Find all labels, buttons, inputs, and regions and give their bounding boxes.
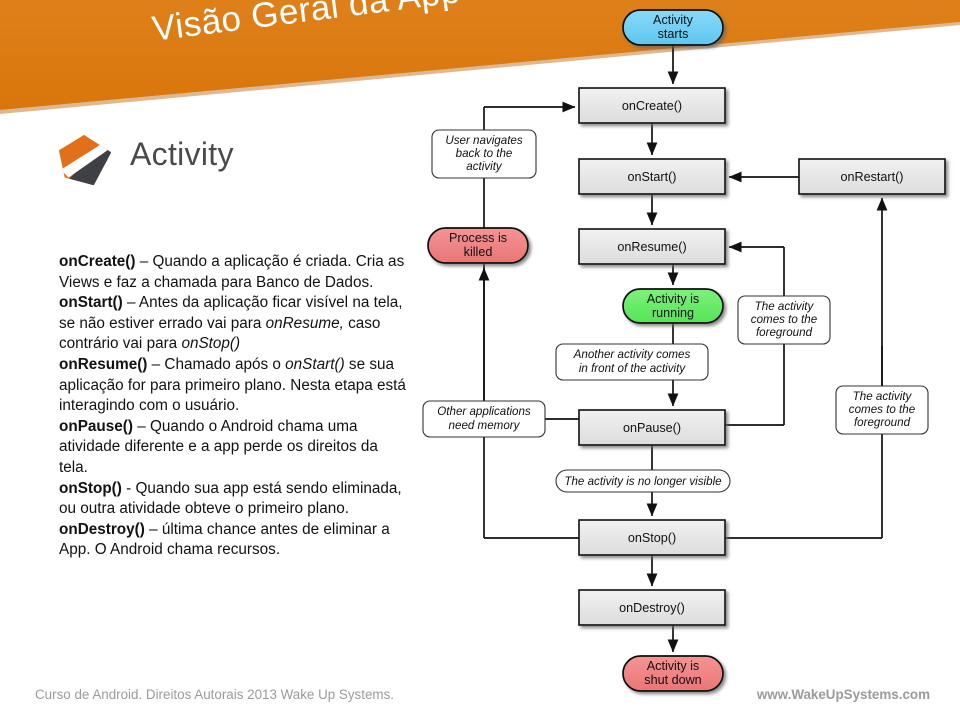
term-oncreate: onCreate() [59, 253, 136, 270]
node-activity-running-line2: running [652, 306, 694, 320]
callout-activity-foreground-bottom-line1: The activity [853, 390, 913, 403]
term-onstart: onStart() [59, 294, 123, 312]
node-onrestart-label: onRestart() [841, 170, 904, 184]
dash-3: – [132, 417, 150, 435]
em-onstart: onStart() [285, 355, 345, 373]
paragraph-onstart: onStart() – Antes da aplicação ficar vis… [59, 293, 411, 355]
dash-0: – [135, 253, 153, 270]
node-process-killed-line1: Process is [449, 231, 507, 245]
callout-activity-foreground-top-line3: foreground [756, 326, 813, 339]
slide-canvas: Visão Geral da App Activity onCreate() –… [0, 0, 960, 712]
callout-user-navigates-back-line2: back to the [456, 147, 513, 160]
paragraph-onresume: onResume() – Chamado após o onStart() se… [59, 355, 411, 417]
node-process-killed[interactable]: Process is killed [427, 227, 529, 264]
callout-another-activity-front-line1: Another activity comes [573, 348, 691, 361]
term-onpause: onPause() [59, 417, 133, 435]
paragraph-onpause: onPause() – Quando o Android chama uma a… [59, 417, 411, 479]
node-process-killed-line2: killed [464, 245, 493, 259]
term-onresume: onResume() [59, 355, 148, 373]
term-onstop: onStop() [59, 479, 122, 497]
wakeup-systems-logo-icon [58, 134, 112, 186]
callout-activity-foreground-bottom: The activity comes to the foreground [835, 385, 929, 435]
node-ondestroy[interactable]: onDestroy() [578, 589, 726, 626]
paragraph-oncreate: onCreate() – Quando a aplicação é criada… [59, 252, 411, 293]
callout-other-apps-need-memory-line2: need memory [449, 419, 521, 432]
node-activity-shutdown-line1: Activity is [647, 659, 699, 673]
node-oncreate[interactable]: onCreate() [578, 87, 726, 124]
node-activity-running-line1: Activity is [647, 292, 699, 306]
callout-another-activity-front: Another activity comes in front of the a… [555, 343, 709, 381]
callout-activity-foreground-top-line2: comes to the [751, 313, 818, 326]
node-onstart[interactable]: onStart() [578, 158, 726, 195]
callout-user-navigates-back: User navigates back to the activity [431, 129, 537, 179]
term-ondestroy: onDestroy() [59, 520, 145, 538]
dash-2: – [147, 355, 165, 373]
callout-user-navigates-back-line1: User navigates [445, 134, 523, 147]
callout-other-apps-need-memory-line1: Other applications [437, 405, 531, 418]
callout-activity-foreground-top: The activity comes to the foreground [737, 295, 831, 345]
node-activity-starts-line2: starts [658, 27, 689, 41]
node-activity-running[interactable]: Activity is running [622, 288, 724, 324]
callout-activity-foreground-bottom-line2: comes to the [849, 403, 916, 416]
text-onresume-a: Chamado após o [164, 355, 286, 373]
callout-activity-foreground-top-line1: The activity [755, 300, 815, 313]
node-onresume[interactable]: onResume() [578, 228, 726, 265]
node-onstop[interactable]: onStop() [578, 519, 726, 556]
callout-no-longer-visible: The activity is no longer visible [555, 469, 731, 493]
dash-5: – [144, 520, 162, 538]
footer-copyright: Curso de Android. Direitos Autorais 2013… [35, 687, 394, 702]
lifecycle-description-text: onCreate() – Quando a aplicação é criada… [59, 252, 411, 561]
callout-other-apps-need-memory: Other applications need memory [422, 400, 546, 438]
node-activity-shutdown-line2: shut down [644, 673, 701, 687]
dash-4: - [121, 479, 136, 497]
callout-another-activity-front-line2: in front of the activity [579, 362, 687, 375]
callout-user-navigates-back-line3: activity [466, 160, 503, 173]
paragraph-onstop: onStop() - Quando sua app está sendo eli… [59, 479, 411, 520]
node-activity-starts[interactable]: Activity starts [622, 9, 724, 46]
node-onstop-label: onStop() [628, 531, 676, 545]
node-activity-starts-line1: Activity [653, 13, 694, 27]
node-onpause-label: onPause() [623, 421, 681, 435]
activity-lifecycle-diagram: onCreate() onStart() onRestart() onResum… [422, 9, 946, 692]
section-title: Activity [130, 136, 234, 172]
node-oncreate-label: onCreate() [622, 99, 682, 113]
node-activity-shutdown[interactable]: Activity is shut down [622, 655, 724, 692]
callout-activity-foreground-bottom-line3: foreground [854, 416, 911, 429]
node-onrestart[interactable]: onRestart() [798, 158, 946, 195]
em-onresume: onResume, [265, 314, 344, 332]
callout-no-longer-visible-line1: The activity is no longer visible [564, 475, 722, 488]
dash-1: – [122, 294, 139, 312]
node-onpause[interactable]: onPause() [578, 409, 726, 446]
em-onstop: onStop() [181, 335, 241, 353]
node-onresume-label: onResume() [617, 240, 686, 254]
node-ondestroy-label: onDestroy() [619, 601, 685, 615]
paragraph-ondestroy: onDestroy() – última chance antes de eli… [59, 520, 411, 561]
node-onstart-label: onStart() [628, 170, 677, 184]
